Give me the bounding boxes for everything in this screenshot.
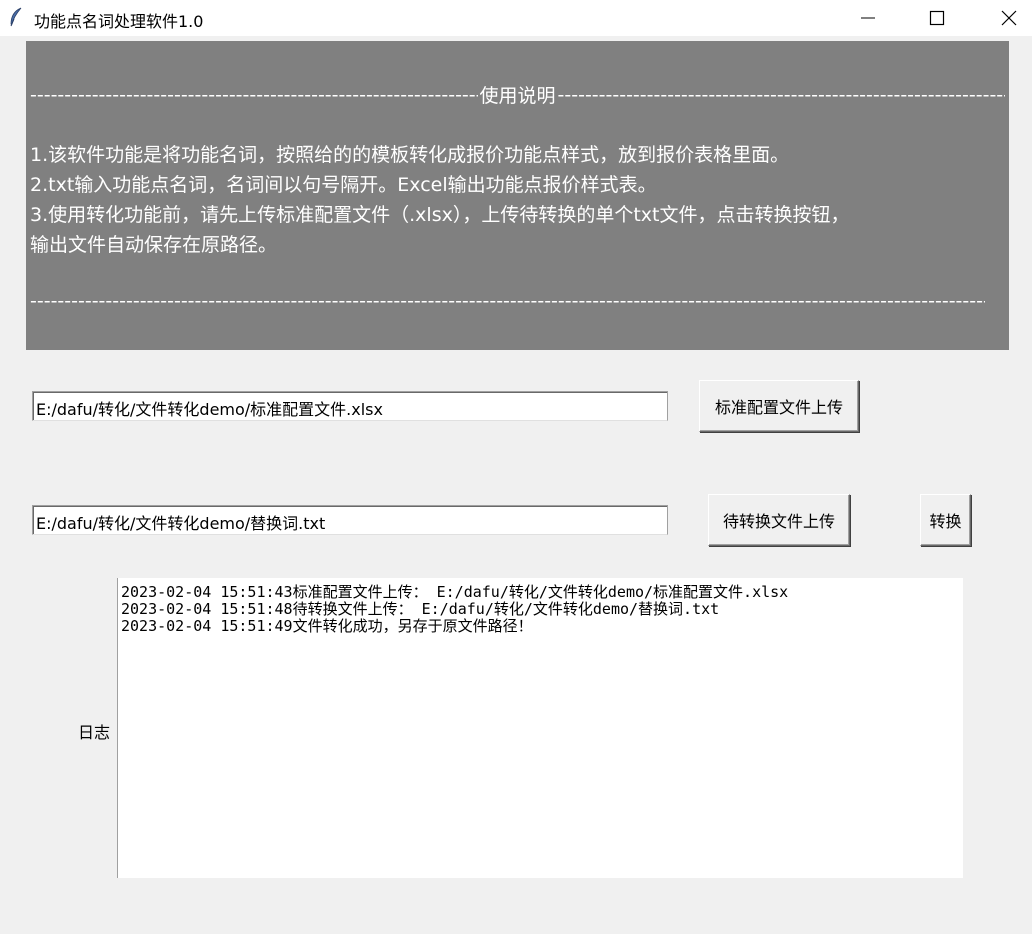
title-bar: 功能点名词处理软件1.0 xyxy=(0,0,1032,36)
feather-icon xyxy=(8,7,24,27)
minimize-button[interactable] xyxy=(845,0,891,36)
log-line: 2023-02-04 15:51:43标准配置文件上传： E:/dafu/转化/… xyxy=(121,583,789,601)
config-file-path-input[interactable]: E:/dafu/转化/文件转化demo/标准配置文件.xlsx xyxy=(32,391,668,421)
config-file-upload-button[interactable]: 标准配置文件上传 xyxy=(699,380,859,432)
log-textarea[interactable]: 2023-02-04 15:51:43标准配置文件上传： E:/dafu/转化/… xyxy=(117,578,963,878)
maximize-button[interactable] xyxy=(914,0,960,36)
close-button[interactable] xyxy=(986,0,1032,36)
instructions-title: 使用说明 xyxy=(479,85,556,107)
instruction-line-2: 2.txt输入功能点名词，名词间以句号隔开。Excel输出功能点报价样式表。 xyxy=(30,174,657,196)
instructions-footer-divider: ----------------------------------------… xyxy=(30,290,985,312)
close-icon xyxy=(1001,10,1017,26)
dash-divider-left: ----------------------------------------… xyxy=(30,83,478,106)
txt-file-upload-button[interactable]: 待转换文件上传 xyxy=(708,494,850,546)
minimize-icon xyxy=(861,17,875,19)
instruction-line-3: 3.使用转化功能前，请先上传标准配置文件（.xlsx），上传待转换的单个txt文… xyxy=(30,204,850,226)
dash-divider-right: ----------------------------------------… xyxy=(557,83,1006,106)
maximize-icon xyxy=(929,10,945,26)
instruction-line-1: 1.该软件功能是将功能名词，按照给的的模板转化成报价功能点样式，放到报价表格里面… xyxy=(30,144,790,166)
log-label: 日志 xyxy=(78,723,111,742)
txt-file-path-input[interactable]: E:/dafu/转化/文件转化demo/替换词.txt xyxy=(32,505,668,535)
log-line: 2023-02-04 15:51:49文件转化成功，另存于原文件路径！ xyxy=(121,617,533,635)
convert-button[interactable]: 转换 xyxy=(920,494,971,546)
instructions-header: ----------------------------------------… xyxy=(30,81,1005,108)
log-line: 2023-02-04 15:51:48待转换文件上传： E:/dafu/转化/文… xyxy=(121,600,720,618)
instructions-panel: ----------------------------------------… xyxy=(26,41,1009,350)
window-title: 功能点名词处理软件1.0 xyxy=(34,12,204,31)
instruction-line-4: 输出文件自动保存在原路径。 xyxy=(30,234,278,256)
